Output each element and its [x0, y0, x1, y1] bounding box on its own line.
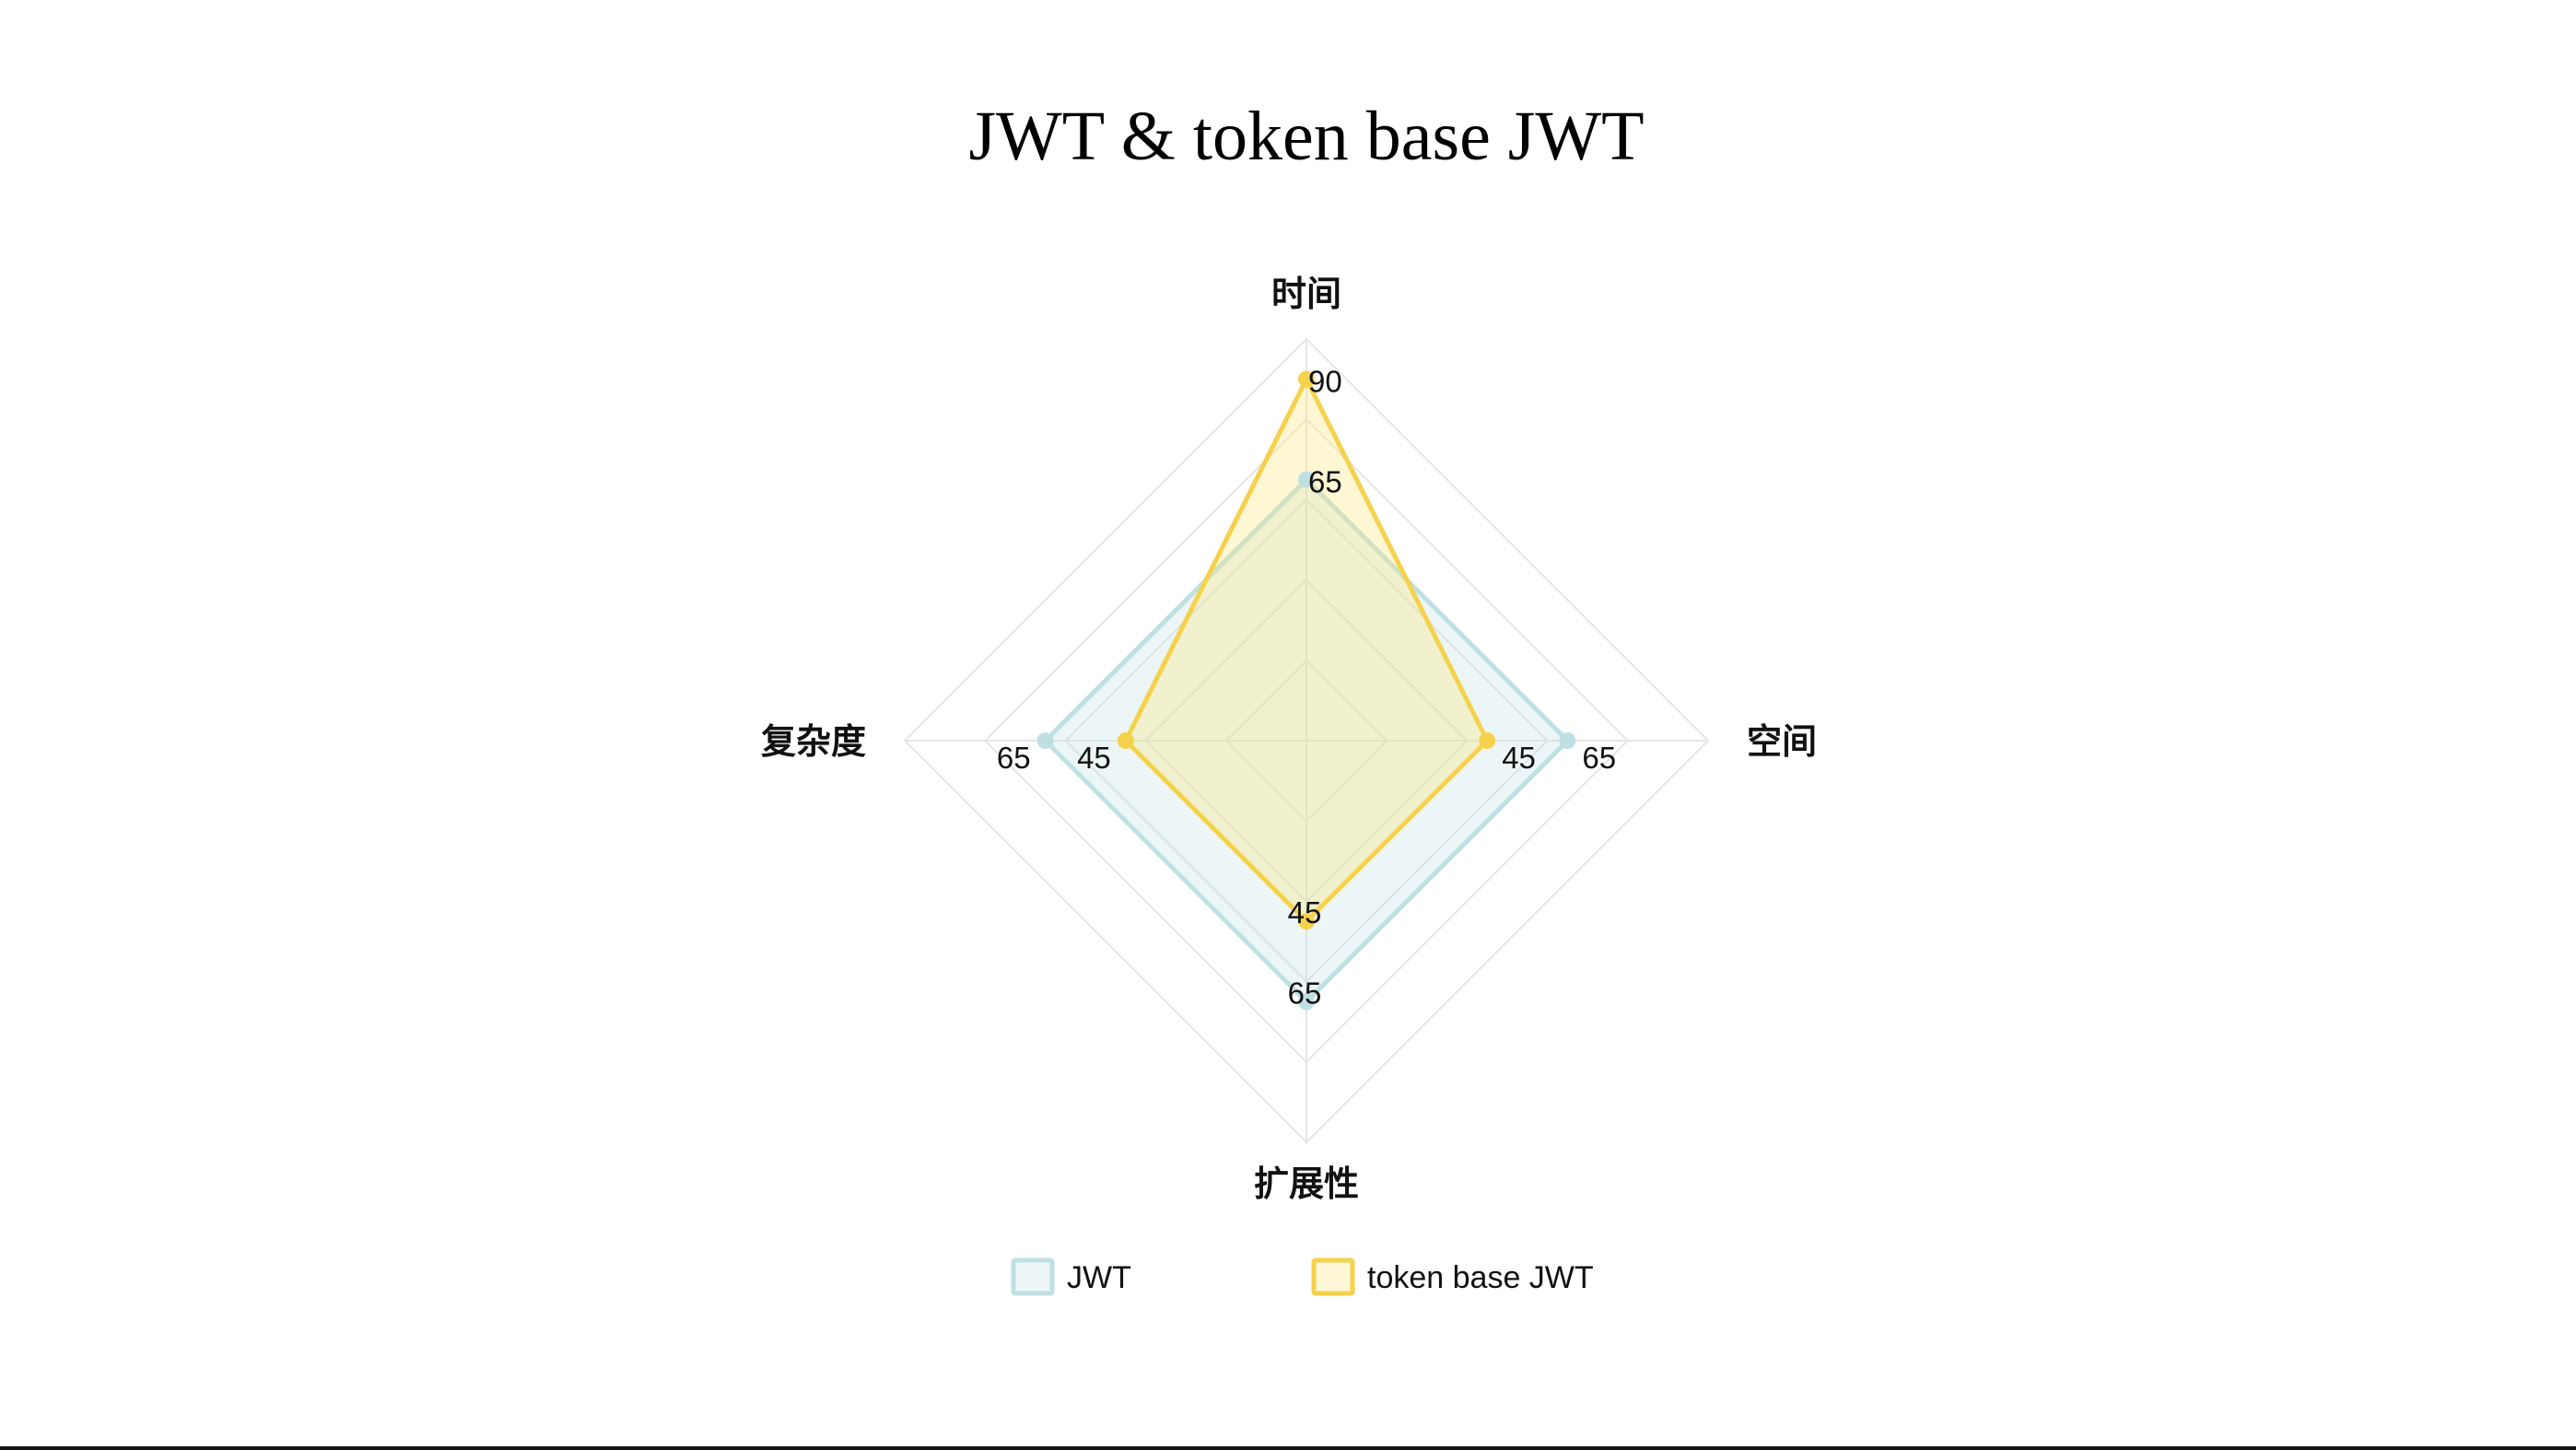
- axis-label: 时间: [1271, 274, 1341, 314]
- value-label: 45: [1288, 895, 1322, 930]
- radar-chart: 65 65 65 65 90 45 45 45 时间空间扩展性 复杂度 JWT token bas…: [761, 274, 1817, 1296]
- legend-label[interactable]: JWT: [1067, 1260, 1131, 1295]
- value-label: 65: [1308, 465, 1342, 499]
- value-label: 45: [1502, 741, 1536, 775]
- legend-swatch[interactable]: [1311, 1257, 1355, 1296]
- data-point: [1117, 732, 1134, 749]
- value-label: 65: [1288, 976, 1322, 1010]
- axis-label: 扩展性: [1254, 1164, 1359, 1204]
- value-label: 65: [997, 741, 1031, 775]
- value-label: 90: [1308, 365, 1342, 399]
- value-label: 65: [1582, 741, 1616, 775]
- data-point: [1036, 732, 1054, 749]
- axis-label: 空间: [1747, 721, 1817, 762]
- axis-label: 复杂度: [761, 721, 866, 762]
- value-label: 45: [1077, 741, 1111, 775]
- bottom-divider: [0, 1446, 2576, 1450]
- legend: JWT token base JWT: [1011, 1257, 1594, 1296]
- data-point: [1559, 732, 1576, 749]
- data-point: [1479, 732, 1496, 749]
- legend-swatch[interactable]: [1011, 1257, 1055, 1296]
- legend-label[interactable]: token base JWT: [1367, 1260, 1594, 1295]
